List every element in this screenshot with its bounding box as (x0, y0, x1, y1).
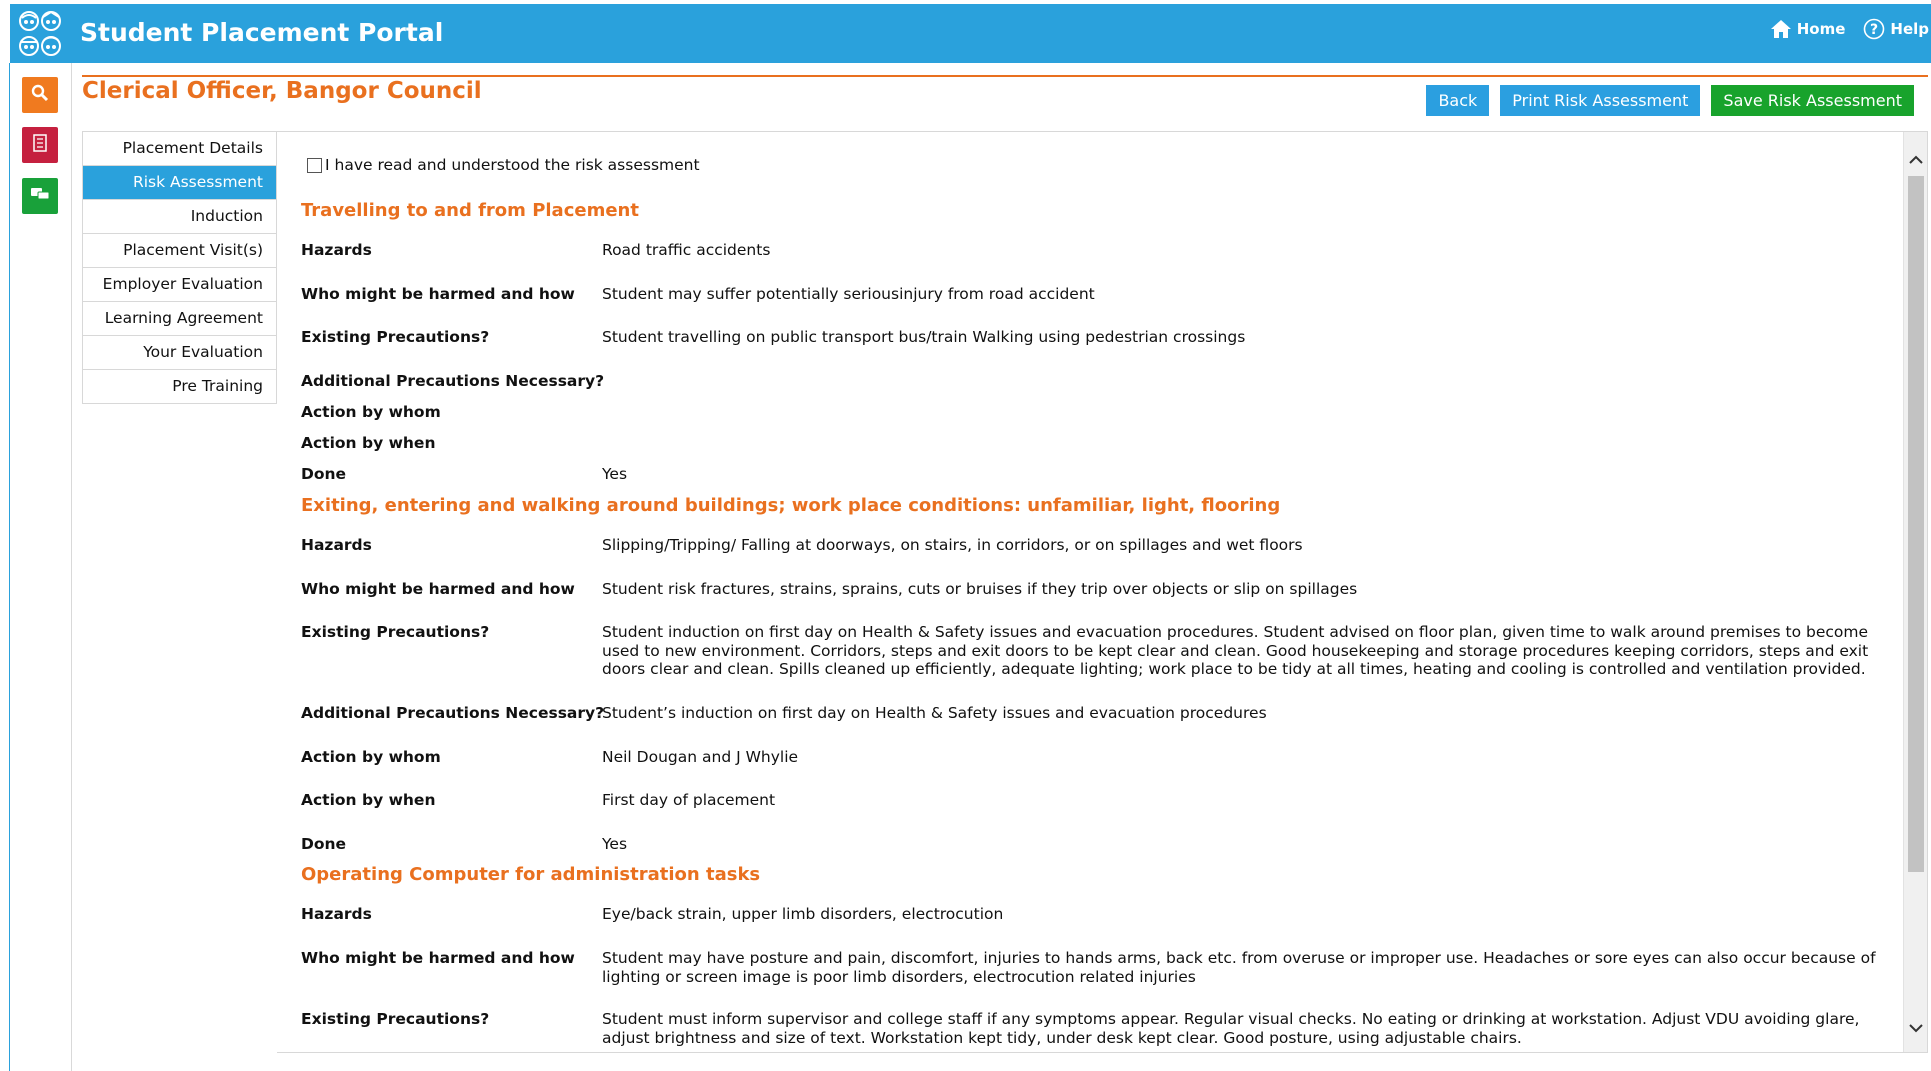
acknowledge-checkbox[interactable] (307, 157, 322, 173)
logo-students-icon (15, 7, 67, 61)
field-label: Who might be harmed and how (301, 949, 575, 967)
rail-search-button[interactable] (22, 77, 58, 113)
search-icon (31, 84, 49, 106)
field-value: Road traffic accidents (602, 241, 771, 259)
svg-text:?: ? (1870, 22, 1878, 38)
field-label: Hazards (301, 241, 372, 259)
field-value: Student’s induction on first day on Heal… (602, 704, 1267, 722)
back-button[interactable]: Back (1426, 85, 1490, 116)
field-value: Student risk fractures, strains, sprains… (602, 580, 1358, 598)
field-label: Action by when (301, 791, 436, 809)
section-title: Exiting, entering and walking around bui… (301, 495, 1281, 516)
field-label: Additional Precautions Necessary? (301, 372, 605, 390)
checklist-icon (33, 134, 47, 156)
section-title: Travelling to and from Placement (301, 200, 639, 221)
chat-icon (30, 186, 50, 206)
risk-assessment-panel: I have read and understood the risk asse… (277, 131, 1928, 1053)
field-value: Student induction on first day on Health… (602, 623, 1869, 678)
help-icon: ? (1863, 18, 1885, 40)
field-label: Action by whom (301, 748, 441, 766)
content-scrollbar[interactable] (1903, 132, 1927, 1052)
chevron-down-icon (1909, 1018, 1923, 1037)
scroll-down-button[interactable] (1904, 1014, 1927, 1040)
field-label: Existing Precautions? (301, 328, 490, 346)
field-label: Existing Precautions? (301, 1010, 490, 1028)
tab-pre-training[interactable]: Pre Training (83, 370, 276, 404)
field-value: First day of placement (602, 791, 776, 809)
chevron-up-icon (1909, 150, 1923, 169)
scroll-thumb[interactable] (1908, 176, 1924, 872)
field-value: Slipping/Tripping/ Falling at doorways, … (602, 536, 1303, 554)
placement-tabs: Placement Details Risk Assessment Induct… (82, 131, 277, 404)
rail-chat-button[interactable] (22, 178, 58, 214)
icon-rail (10, 63, 72, 1071)
rail-checklist-button[interactable] (22, 127, 58, 163)
help-link[interactable]: ? Help (1863, 18, 1929, 40)
title-divider (82, 75, 1928, 77)
scroll-up-button[interactable] (1904, 146, 1927, 172)
field-label: Who might be harmed and how (301, 285, 575, 303)
print-risk-assessment-button[interactable]: Print Risk Assessment (1500, 85, 1701, 116)
app-title: Student Placement Portal (80, 18, 444, 47)
tab-learning-agreement[interactable]: Learning Agreement (83, 302, 276, 336)
home-link[interactable]: Home (1770, 19, 1846, 39)
field-label: Action by when (301, 434, 436, 452)
acknowledge-label: I have read and understood the risk asse… (325, 156, 700, 174)
field-label: Existing Precautions? (301, 623, 490, 641)
acknowledge-row: I have read and understood the risk asse… (307, 156, 700, 174)
field-value: Student travelling on public transport b… (602, 328, 1246, 346)
tab-placement-visits[interactable]: Placement Visit(s) (83, 234, 276, 268)
header-bar: Student Placement Portal Home ? Help (10, 4, 1931, 63)
field-label: Hazards (301, 536, 372, 554)
tab-induction[interactable]: Induction (83, 200, 276, 234)
field-label: Who might be harmed and how (301, 580, 575, 598)
tab-employer-evaluation[interactable]: Employer Evaluation (83, 268, 276, 302)
help-label: Help (1890, 20, 1929, 38)
field-label: Action by whom (301, 403, 441, 421)
tab-placement-details[interactable]: Placement Details (83, 132, 276, 166)
tab-your-evaluation[interactable]: Your Evaluation (83, 336, 276, 370)
field-label: Done (301, 465, 347, 483)
field-value: Yes (602, 835, 628, 853)
home-icon (1770, 19, 1792, 39)
page-title: Clerical Officer, Bangor Council (82, 78, 482, 104)
field-label: Hazards (301, 905, 372, 923)
top-links: Home ? Help (1770, 18, 1929, 40)
field-value: Student must inform supervisor and colle… (602, 1010, 1860, 1047)
field-value: Student may suffer potentially seriousin… (602, 285, 1095, 303)
field-label: Additional Precautions Necessary? (301, 704, 605, 722)
field-label: Done (301, 835, 347, 853)
section-title: Operating Computer for administration ta… (301, 864, 761, 885)
field-value: Yes (602, 465, 628, 483)
tab-risk-assessment[interactable]: Risk Assessment (83, 166, 276, 200)
field-value: Neil Dougan and J Whylie (602, 748, 799, 766)
field-value: Student may have posture and pain, disco… (602, 949, 1876, 986)
field-value: Eye/back strain, upper limb disorders, e… (602, 905, 1004, 923)
save-risk-assessment-button[interactable]: Save Risk Assessment (1711, 85, 1914, 116)
home-label: Home (1796, 20, 1846, 38)
action-buttons: Back Print Risk Assessment Save Risk Ass… (1426, 85, 1914, 116)
